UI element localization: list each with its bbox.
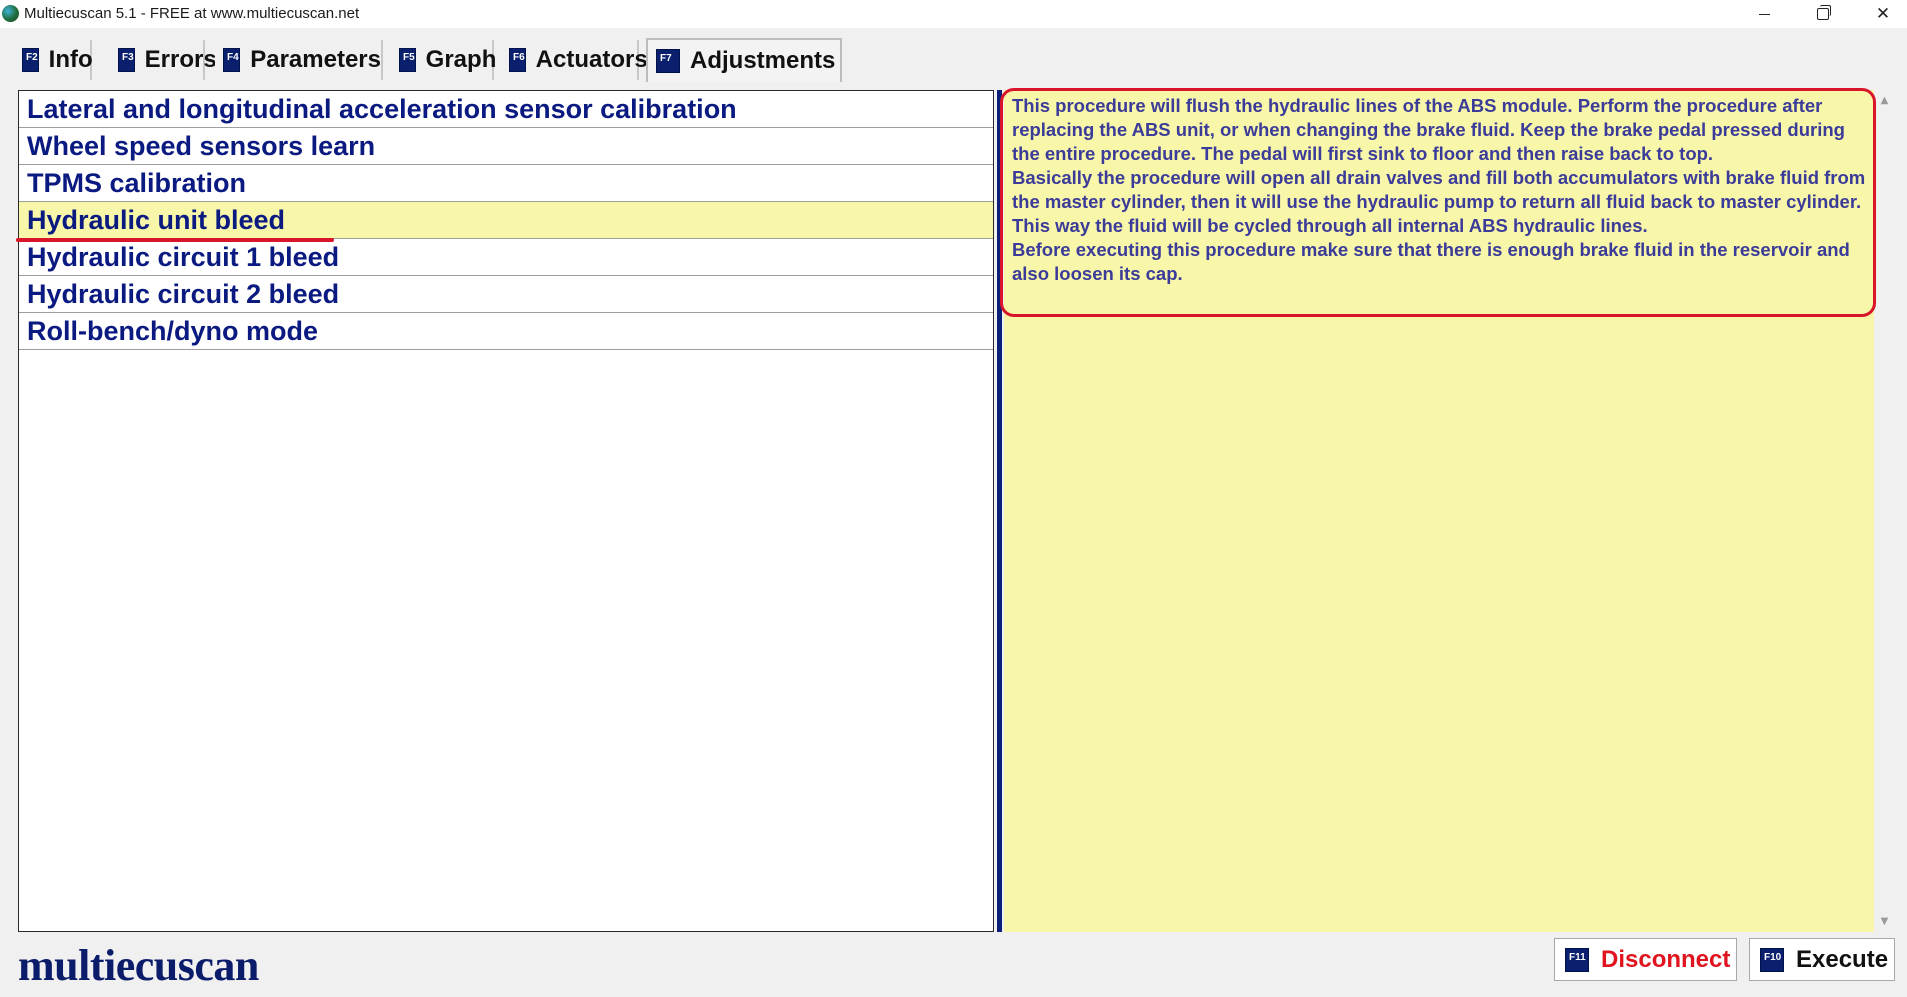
f2-key-badge: F2: [22, 48, 39, 72]
f4-key-badge: F4: [223, 48, 241, 72]
f3-key-badge: F3: [118, 48, 135, 72]
tab-errors[interactable]: F3 Errors: [110, 40, 217, 80]
description-panel: This procedure will flush the hydraulic …: [1004, 90, 1874, 932]
title-bar: Multiecuscan 5.1 - FREE at www.multiecus…: [0, 0, 1907, 28]
list-item[interactable]: Lateral and longitudinal acceleration se…: [19, 91, 993, 128]
close-icon: ✕: [1875, 3, 1891, 24]
procedure-description: This procedure will flush the hydraulic …: [1012, 94, 1872, 286]
minimize-icon: [1758, 13, 1770, 15]
app-logo-icon: [2, 5, 19, 22]
tab-label: Info: [48, 46, 93, 73]
list-item[interactable]: Hydraulic circuit 1 bleed: [19, 239, 993, 276]
f11-key-badge: F11: [1565, 947, 1589, 972]
f5-key-badge: F5: [399, 48, 416, 72]
f7-key-badge: F7: [656, 49, 680, 73]
tab-label: Parameters: [250, 46, 381, 73]
list-item[interactable]: TPMS calibration: [19, 165, 993, 202]
app-area: F2 Info F3 Errors F4 Parameters F5 Graph…: [0, 28, 1907, 997]
window-title: Multiecuscan 5.1 - FREE at www.multiecus…: [24, 5, 360, 22]
tab-label: Actuators: [535, 46, 648, 73]
list-item[interactable]: Roll-bench/dyno mode: [19, 313, 993, 350]
procedure-list[interactable]: Lateral and longitudinal acceleration se…: [18, 90, 994, 932]
description-paragraph: This procedure will flush the hydraulic …: [1012, 95, 1845, 164]
tab-info[interactable]: F2 Info: [14, 40, 93, 80]
panel-splitter[interactable]: [997, 90, 1002, 932]
tab-label: Adjustments: [690, 47, 836, 74]
tab-label: Errors: [144, 46, 217, 73]
tab-graph[interactable]: F5 Graph: [391, 40, 497, 80]
tab-label: Graph: [425, 46, 497, 73]
close-button[interactable]: ✕: [1860, 0, 1906, 28]
list-item[interactable]: Wheel speed sensors learn: [19, 128, 993, 165]
scroll-up-icon[interactable]: ▲: [1876, 92, 1893, 109]
f6-key-badge: F6: [509, 48, 526, 72]
restore-icon: [1817, 5, 1831, 20]
execute-label: Execute: [1796, 945, 1889, 973]
minimize-button[interactable]: [1741, 0, 1787, 28]
execute-button[interactable]: F10 Execute: [1749, 938, 1895, 981]
restore-button[interactable]: [1800, 0, 1846, 28]
annotation-underline: [16, 238, 334, 242]
scroll-down-icon[interactable]: ▼: [1876, 913, 1893, 930]
tab-actuators[interactable]: F6 Actuators: [501, 40, 648, 80]
tab-adjustments[interactable]: F7 Adjustments: [646, 38, 842, 82]
list-item-selected[interactable]: Hydraulic unit bleed: [19, 202, 993, 239]
disconnect-label: Disconnect: [1601, 945, 1731, 973]
description-scrollbar[interactable]: ▲ ▼: [1876, 90, 1893, 932]
description-paragraph: Basically the procedure will open all dr…: [1012, 167, 1866, 236]
f10-key-badge: F10: [1760, 947, 1784, 972]
disconnect-button[interactable]: F11 Disconnect: [1554, 938, 1737, 981]
description-paragraph: Before executing this procedure make sur…: [1012, 239, 1850, 284]
list-item[interactable]: Hydraulic circuit 2 bleed: [19, 276, 993, 313]
tab-parameters[interactable]: F4 Parameters: [215, 40, 383, 80]
multiecuscan-logo: multiecuscan: [18, 941, 259, 990]
